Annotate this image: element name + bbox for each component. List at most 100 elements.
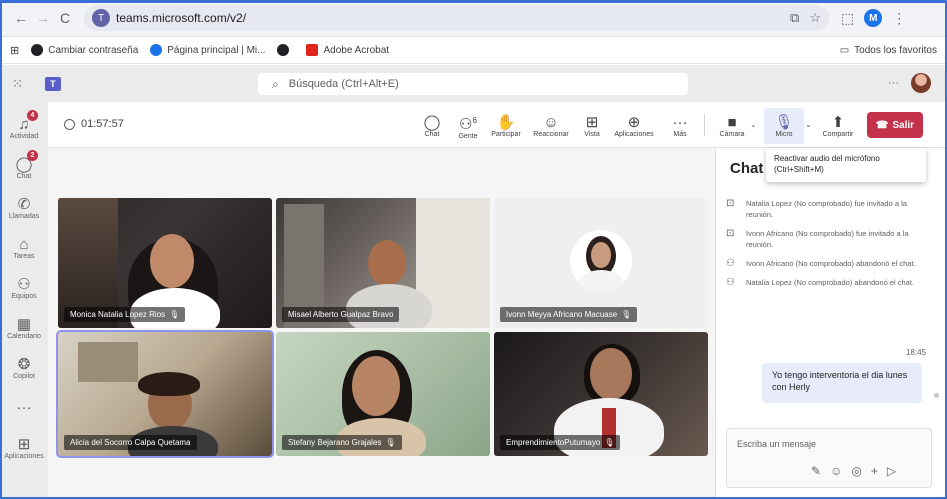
all-favorites[interactable]: ▭ Todos los favoritos xyxy=(840,45,937,56)
user-avatar[interactable] xyxy=(911,73,931,93)
more-options-icon[interactable]: ··· xyxy=(888,77,899,89)
url-text: teams.microsoft.com/v2/ xyxy=(116,11,247,25)
chat-button[interactable]: ◯ Chat xyxy=(412,108,452,144)
install-app-icon[interactable]: ⧉ xyxy=(790,10,799,26)
github-icon xyxy=(31,44,44,56)
chat-badge: 2 xyxy=(27,150,38,161)
send-icon[interactable]: ▷ xyxy=(887,464,896,478)
chat-icon: ◯ xyxy=(423,114,441,131)
mic-off-icon: 🎙︎ xyxy=(169,310,180,319)
people-icon: ⚇6 xyxy=(459,116,477,133)
rail-item-activity[interactable]: ♫ 4 Actividad xyxy=(0,108,48,148)
participant-face xyxy=(368,240,406,286)
apps-grid-icon[interactable]: ⊞ xyxy=(10,44,19,57)
rail-item-calls[interactable]: ✆ Llamadas xyxy=(0,188,48,228)
divider xyxy=(704,114,705,136)
reload-icon[interactable]: C xyxy=(54,7,76,29)
chat-event: ⊡ Ivonn Africano (No comprobado) fue inv… xyxy=(726,228,909,249)
app-rail: ♫ 4 Actividad ◯ 2 Chat ✆ Llamadas ⌂ Tare… xyxy=(0,102,48,499)
chat-event: ⊡ Natalia Lopez (No comprobado) fue invi… xyxy=(726,198,907,219)
chat-message[interactable]: Yo tengo interventoria el dia lunes con … xyxy=(762,363,922,403)
star-icon[interactable]: ☆ xyxy=(809,10,821,26)
rail-item-copilot[interactable]: ❂ Copilot xyxy=(0,348,48,388)
people-button[interactable]: ⚇6 Gente xyxy=(448,108,488,144)
folder-icon: ▭ xyxy=(839,44,850,56)
participant-face xyxy=(590,348,632,400)
hand-icon: ✋ xyxy=(496,114,516,131)
video-tile[interactable]: Monica Natalia Lopez Rios 🎙︎ xyxy=(58,198,272,328)
scroll-indicator[interactable] xyxy=(934,393,939,398)
teams-icon: ⚇ xyxy=(17,275,31,293)
camera-options-icon[interactable]: ⌄ xyxy=(750,120,757,129)
apps-button[interactable]: ⊕ Aplicaciones xyxy=(614,108,654,144)
camera-button[interactable]: ■ Cámara xyxy=(712,108,752,144)
bookmark-item[interactable]: Adobe Acrobat xyxy=(306,44,389,56)
rail-item-more[interactable]: ··· xyxy=(0,388,48,428)
add-app-icon: ⊕ xyxy=(627,114,641,131)
mic-off-icon: 🎙︎ xyxy=(604,438,615,447)
browser-menu-icon[interactable]: ⋮ xyxy=(892,10,906,27)
video-tile[interactable]: EmprendimientoPutumayo 🎙︎ xyxy=(494,332,708,456)
video-tile[interactable]: Misael Alberto Gualpaz Bravo xyxy=(276,198,490,328)
chat-event: ⚇ Ivonn Africano (No comprobado) abandon… xyxy=(726,258,916,269)
participant-name-tag: Monica Natalia Lopez Rios 🎙︎ xyxy=(64,307,186,322)
chat-events: ⊡ Natalia Lopez (No comprobado) fue invi… xyxy=(726,198,926,296)
github-icon xyxy=(277,44,290,56)
rail-item-teams[interactable]: ⚇ Equipos xyxy=(0,268,48,308)
mic-off-icon: 🎙︎ xyxy=(385,438,396,447)
video-tile[interactable]: Ivonn Meyya Africano Macuase 🎙︎ xyxy=(494,198,708,328)
participant-hair xyxy=(138,372,200,396)
view-button[interactable]: ⊞ Vista xyxy=(572,108,612,144)
profile-avatar[interactable]: M xyxy=(864,9,883,27)
gif-icon[interactable]: ◎ xyxy=(851,464,861,478)
message-compose-box[interactable]: Escriba un mensaje ✎ ☺ ◎ + ▷ xyxy=(726,428,932,488)
emoji-icon[interactable]: ☺ xyxy=(830,464,842,478)
forward-icon[interactable]: → xyxy=(32,7,54,29)
participant-face xyxy=(352,356,400,416)
video-tile[interactable]: Alicia del Socorro Calpa Quetama xyxy=(56,330,274,458)
bookmark-item[interactable] xyxy=(277,44,294,56)
bookmarks-bar: ⊞ Cambiar contraseña Página principal | … xyxy=(0,37,947,64)
participant-name-tag: Ivonn Meyya Africano Macuase 🎙︎ xyxy=(500,307,638,322)
format-icon[interactable]: ✎ xyxy=(811,464,821,478)
share-icon: ⬆ xyxy=(831,114,845,131)
leave-button[interactable]: ☎ Salir xyxy=(867,112,923,138)
home-icon xyxy=(150,44,163,56)
rail-item-calendar[interactable]: ▦ Calendario xyxy=(0,308,48,348)
hangup-icon: ☎ xyxy=(875,119,889,131)
chat-event: ⚇ Natalia Lopez (No comprobado) abandonó… xyxy=(726,277,915,288)
phone-icon: ✆ xyxy=(17,195,31,213)
more-button[interactable]: ··· Más xyxy=(660,108,700,144)
participant-name-tag: Alicia del Socorro Calpa Quetama xyxy=(64,435,197,450)
add-icon[interactable]: + xyxy=(871,464,878,478)
bookmark-item[interactable]: Cambiar contraseña xyxy=(31,44,138,56)
participant-name-tag: EmprendimientoPutumayo 🎙︎ xyxy=(500,435,621,450)
raise-hand-button[interactable]: ✋ Participar xyxy=(486,108,526,144)
app-launcher-icon[interactable]: ⁙ xyxy=(12,76,23,92)
video-tile[interactable]: Stefany Bejarano Grajales 🎙︎ xyxy=(276,332,490,456)
more-icon: ··· xyxy=(16,399,32,416)
camera-icon: ■ xyxy=(727,114,737,131)
teams-logo: T xyxy=(44,76,61,91)
mic-options-icon[interactable]: ⌄ xyxy=(805,120,812,129)
browser-toolbar: ← → C T teams.microsoft.com/v2/ ⧉ ☆ ⬚ M … xyxy=(0,0,947,37)
rail-item-tasks[interactable]: ⌂ Tareas xyxy=(0,228,48,268)
extensions-icon[interactable]: ⬚ xyxy=(841,10,854,27)
mic-button[interactable]: 🎙︎ Micro xyxy=(764,108,804,144)
rail-item-chat[interactable]: ◯ 2 Chat xyxy=(0,148,48,188)
rail-item-apps[interactable]: ⊞ Aplicaciones xyxy=(0,428,48,468)
meeting-toolbar: 01:57:57 ◯ Chat ⚇6 Gente ✋ Participar ☺ … xyxy=(48,102,947,148)
back-icon[interactable]: ← xyxy=(10,7,32,29)
react-button[interactable]: ☺ Reaccionar xyxy=(531,108,571,144)
participant-avatar xyxy=(570,230,632,292)
mic-off-icon: 🎙︎ xyxy=(621,310,632,319)
address-bar[interactable]: T teams.microsoft.com/v2/ ⧉ ☆ xyxy=(84,5,829,31)
compose-toolbar: ✎ ☺ ◎ + ▷ xyxy=(811,464,896,478)
share-button[interactable]: ⬆ Compartir xyxy=(818,108,858,144)
apps-icon: ⊞ xyxy=(17,435,31,453)
search-input[interactable]: ⌕ Búsqueda (Ctrl+Alt+E) xyxy=(258,73,688,95)
meeting-timer: 01:57:57 xyxy=(64,118,124,130)
teams-header: ⁙ T ⌕ Búsqueda (Ctrl+Alt+E) ··· xyxy=(0,65,947,102)
bookmark-item[interactable]: Página principal | Mi... xyxy=(150,44,265,56)
leave-icon: ⚇ xyxy=(726,277,735,288)
